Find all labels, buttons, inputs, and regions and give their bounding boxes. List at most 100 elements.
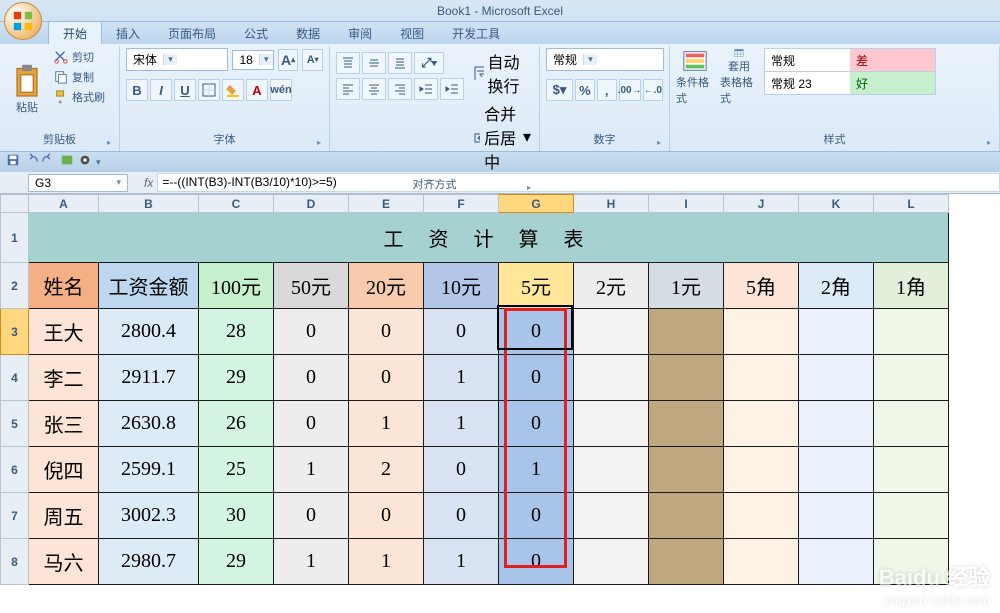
row-header[interactable]: 8: [1, 539, 29, 585]
data-cell[interactable]: [799, 539, 874, 585]
data-cell[interactable]: 29: [199, 539, 274, 585]
title-cell[interactable]: 工 资 计 算 表: [29, 213, 949, 263]
data-cell[interactable]: [724, 447, 799, 493]
cell-styles-gallery[interactable]: 常规 差: [764, 48, 936, 72]
undo-icon[interactable]: [24, 153, 38, 172]
row-header[interactable]: 3: [1, 309, 29, 355]
data-cell[interactable]: 25: [199, 447, 274, 493]
data-cell[interactable]: 0: [499, 539, 574, 585]
data-cell[interactable]: [724, 539, 799, 585]
data-cell[interactable]: 马六: [29, 539, 99, 585]
data-cell[interactable]: 0: [274, 355, 349, 401]
number-format-combo[interactable]: 常规▾: [546, 48, 664, 71]
data-cell[interactable]: 王大: [29, 309, 99, 355]
column-header[interactable]: G: [499, 195, 574, 213]
percent-button[interactable]: %: [575, 79, 595, 101]
align-middle-button[interactable]: [362, 52, 386, 74]
font-color-button[interactable]: A: [246, 79, 268, 101]
data-cell[interactable]: 0: [499, 355, 574, 401]
data-cell[interactable]: [874, 309, 949, 355]
data-cell[interactable]: [799, 493, 874, 539]
formula-input[interactable]: =--((INT(B3)-INT(B3/10)*10)>=5): [157, 173, 1000, 192]
data-cell[interactable]: 0: [499, 493, 574, 539]
column-header[interactable]: A: [29, 195, 99, 213]
tab-开始[interactable]: 开始: [48, 20, 102, 44]
underline-button[interactable]: U: [174, 79, 196, 101]
data-cell[interactable]: [724, 355, 799, 401]
data-cell[interactable]: 倪四: [29, 447, 99, 493]
column-header[interactable]: I: [649, 195, 724, 213]
wrap-text-button[interactable]: 自动换行: [472, 48, 533, 98]
data-cell[interactable]: [799, 447, 874, 493]
format-painter-button[interactable]: 格式刷: [52, 88, 107, 106]
bold-button[interactable]: B: [126, 79, 148, 101]
save-icon[interactable]: [6, 153, 20, 172]
column-header[interactable]: D: [274, 195, 349, 213]
data-cell[interactable]: 0: [349, 355, 424, 401]
data-cell[interactable]: 0: [499, 401, 574, 447]
orientation-button[interactable]: ⤢▾: [414, 52, 444, 74]
data-cell[interactable]: [799, 401, 874, 447]
tab-数据[interactable]: 数据: [282, 21, 334, 44]
header-cell[interactable]: 1元: [649, 263, 724, 309]
data-cell[interactable]: 1: [274, 539, 349, 585]
decrease-decimal-button[interactable]: ←.0: [643, 79, 663, 101]
font-size-combo[interactable]: 18▾: [232, 50, 273, 70]
data-cell[interactable]: [874, 447, 949, 493]
column-header[interactable]: L: [874, 195, 949, 213]
border-button[interactable]: [198, 79, 220, 101]
format-as-table-button[interactable]: 套用 表格格式: [720, 48, 758, 106]
header-cell[interactable]: 5角: [724, 263, 799, 309]
data-cell[interactable]: 30: [199, 493, 274, 539]
row-header[interactable]: 1: [1, 213, 29, 263]
header-cell[interactable]: 5元: [499, 263, 574, 309]
data-cell[interactable]: [649, 493, 724, 539]
redo-icon[interactable]: [42, 153, 56, 172]
data-cell[interactable]: 1: [424, 355, 499, 401]
data-cell[interactable]: 0: [424, 447, 499, 493]
column-header[interactable]: K: [799, 195, 874, 213]
data-cell[interactable]: [874, 493, 949, 539]
row-header[interactable]: 7: [1, 493, 29, 539]
row-header[interactable]: 6: [1, 447, 29, 493]
qat-icon[interactable]: [78, 153, 92, 172]
cut-button[interactable]: 剪切: [52, 48, 107, 66]
header-cell[interactable]: 10元: [424, 263, 499, 309]
office-button[interactable]: [4, 2, 42, 40]
data-cell[interactable]: [574, 355, 649, 401]
row-header[interactable]: 2: [1, 263, 29, 309]
tab-页面布局[interactable]: 页面布局: [154, 21, 230, 44]
row-header[interactable]: 4: [1, 355, 29, 401]
data-cell[interactable]: 周五: [29, 493, 99, 539]
data-cell[interactable]: 0: [274, 309, 349, 355]
fx-icon[interactable]: fx: [144, 176, 153, 190]
tab-审阅[interactable]: 审阅: [334, 21, 386, 44]
data-cell[interactable]: 26: [199, 401, 274, 447]
data-cell[interactable]: 3002.3: [99, 493, 199, 539]
column-header[interactable]: C: [199, 195, 274, 213]
data-cell[interactable]: 2: [349, 447, 424, 493]
column-header[interactable]: J: [724, 195, 799, 213]
copy-button[interactable]: 复制: [52, 68, 107, 86]
header-cell[interactable]: 100元: [199, 263, 274, 309]
data-cell[interactable]: 2911.7: [99, 355, 199, 401]
data-cell[interactable]: 1: [499, 447, 574, 493]
data-cell[interactable]: [649, 401, 724, 447]
data-cell[interactable]: [574, 401, 649, 447]
data-cell[interactable]: 1: [349, 539, 424, 585]
data-cell[interactable]: 2630.8: [99, 401, 199, 447]
header-cell[interactable]: 姓名: [29, 263, 99, 309]
row-header[interactable]: 5: [1, 401, 29, 447]
align-left-button[interactable]: [336, 78, 360, 100]
data-cell[interactable]: [649, 355, 724, 401]
decrease-indent-button[interactable]: [414, 78, 438, 100]
data-cell[interactable]: [724, 309, 799, 355]
font-name-combo[interactable]: 宋体▾: [126, 48, 228, 71]
data-cell[interactable]: [724, 401, 799, 447]
data-cell[interactable]: 29: [199, 355, 274, 401]
data-cell[interactable]: [874, 355, 949, 401]
data-cell[interactable]: 0: [349, 309, 424, 355]
header-cell[interactable]: 50元: [274, 263, 349, 309]
data-cell[interactable]: 1: [349, 401, 424, 447]
data-cell[interactable]: [649, 447, 724, 493]
